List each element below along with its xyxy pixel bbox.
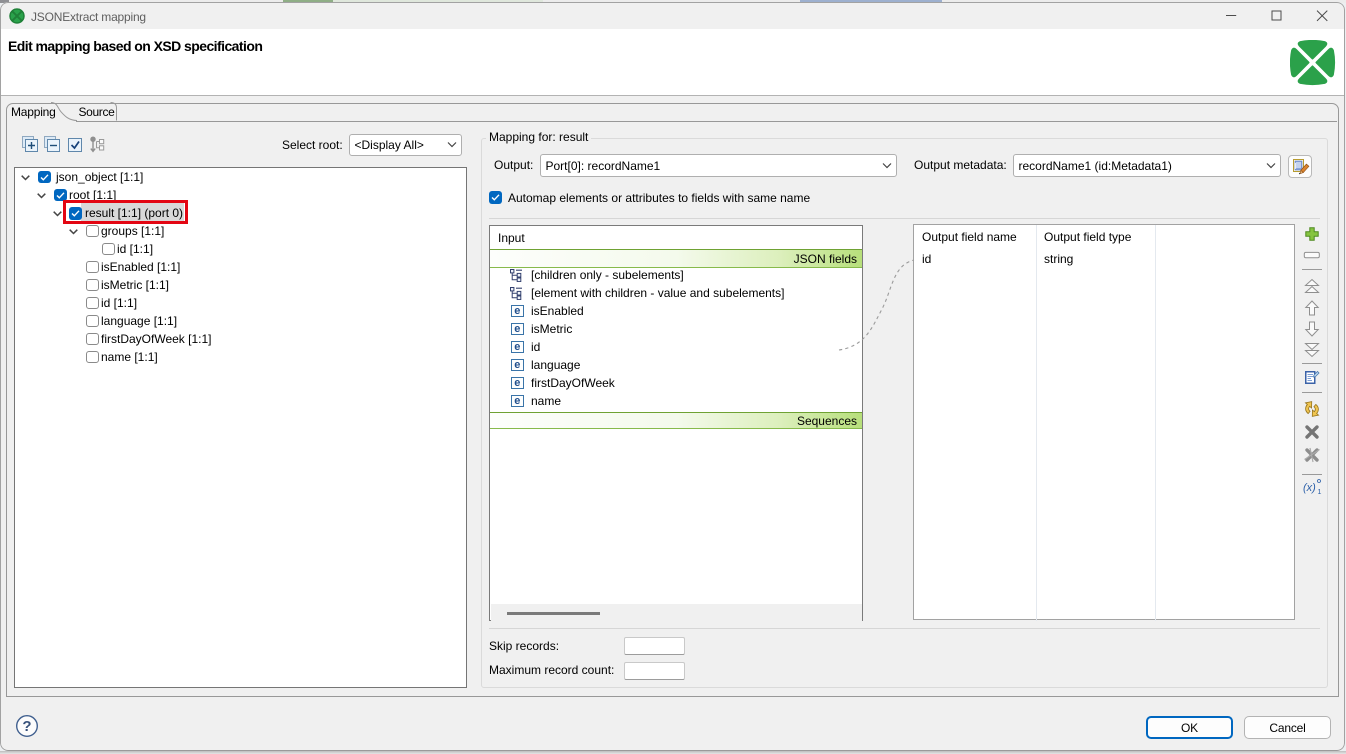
svg-text:(x): (x)	[1303, 482, 1316, 494]
svg-text:?: ?	[22, 718, 31, 735]
svg-text:1: 1	[1318, 489, 1322, 496]
